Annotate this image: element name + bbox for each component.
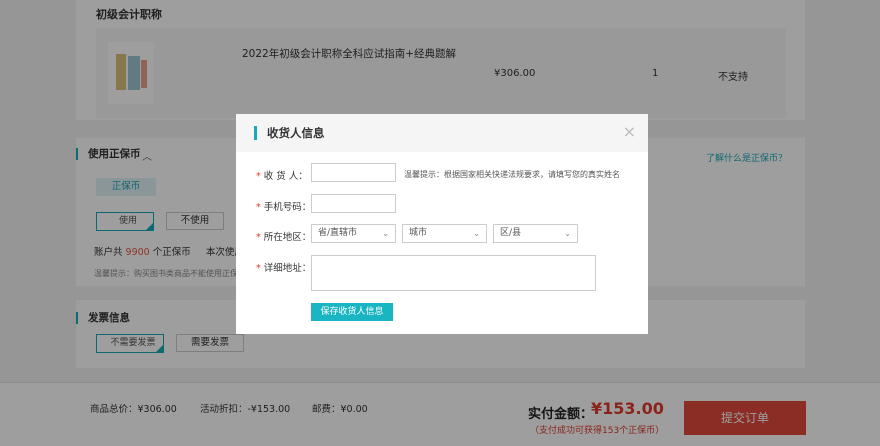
district-select[interactable]: 区/县 ⌄ <box>493 224 578 243</box>
consignee-name-input[interactable] <box>311 163 396 182</box>
modal-header: 收货人信息 × <box>236 114 648 152</box>
chevron-down-icon: ⌄ <box>473 229 480 238</box>
phone-input[interactable] <box>311 194 396 213</box>
save-consignee-button[interactable]: 保存收货人信息 <box>311 303 393 321</box>
chevron-down-icon: ⌄ <box>382 229 389 238</box>
consignee-name-tip: 温馨提示：根据国家相关快递法规要求，请填写您的真实姓名 <box>404 170 620 179</box>
province-select[interactable]: 省/直辖市 ⌄ <box>311 224 396 243</box>
phone-label: * 手机号码： <box>256 202 312 213</box>
consignee-modal: 收货人信息 × * 收 货 人： 温馨提示：根据国家相关快递法规要求，请填写您的真… <box>236 114 648 334</box>
close-icon[interactable]: × <box>623 123 636 141</box>
consignee-name-label: * 收 货 人： <box>256 171 308 182</box>
region-label: * 所在地区： <box>256 232 312 243</box>
chevron-down-icon: ⌄ <box>564 229 571 238</box>
city-select[interactable]: 城市 ⌄ <box>402 224 487 243</box>
address-input[interactable] <box>311 255 596 291</box>
modal-title: 收货人信息 <box>254 126 325 140</box>
address-label: * 详细地址： <box>256 263 312 274</box>
